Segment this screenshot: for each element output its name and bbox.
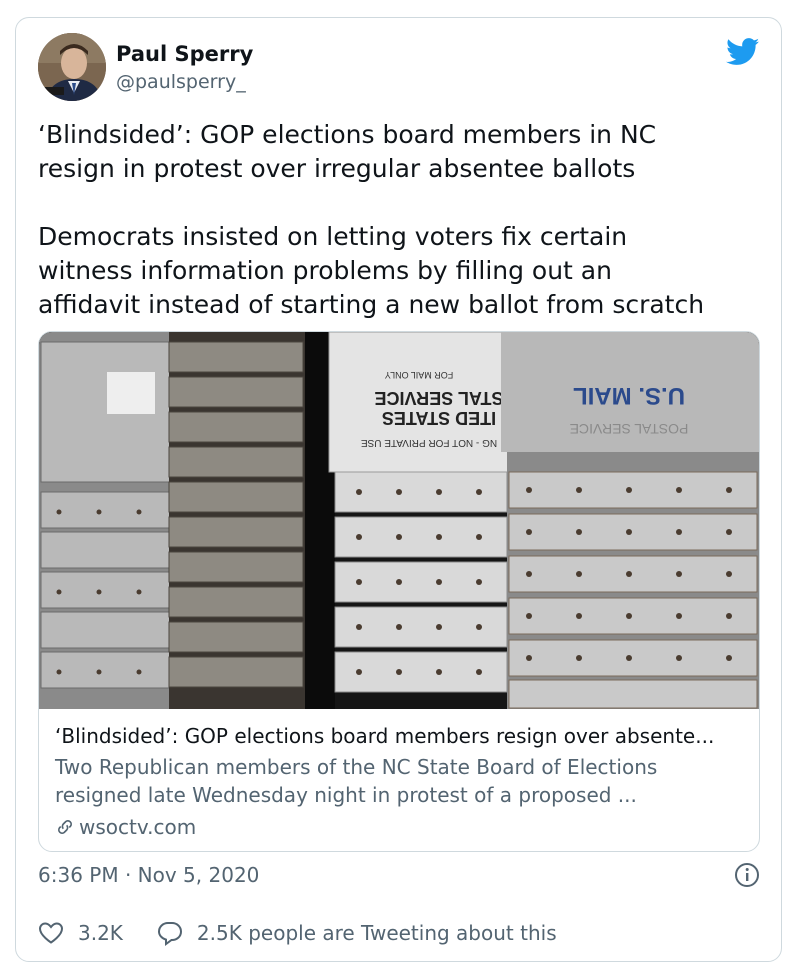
link-preview-description: Two Republican members of the NC State B… [55,755,658,807]
link-preview-card[interactable]: FOR MAIL ONLY STAL SERVICE ITED STATES N… [38,331,760,852]
speech-bubble-icon [157,922,182,946]
for-mail-only-text: FOR MAIL ONLY [385,370,454,380]
postal-service-upper-text: STAL SERVICE [374,388,503,408]
avatar[interactable] [38,33,106,101]
link-preview-image[interactable]: FOR MAIL ONLY STAL SERVICE ITED STATES N… [39,332,759,709]
tweet-card: Paul Sperry @paulsperry_ ‘Blindsided’: G… [15,17,782,962]
united-states-text: ITED STATES [382,408,496,428]
postal-service-text: POSTAL SERVICE [570,421,689,437]
author-display-name[interactable]: Paul Sperry [116,42,253,66]
action-bar: 3.2K 2.5K people are Tweeting about this [38,918,591,948]
like-button[interactable]: 3.2K [38,921,123,945]
link-preview-domain-row[interactable]: wsoctv.com [55,813,745,841]
like-count: 3.2K [78,921,123,945]
heart-icon [38,922,64,944]
info-icon[interactable] [734,862,760,888]
tweeting-about-label: 2.5K people are Tweeting about this [196,921,557,945]
link-preview-body[interactable]: ‘Blindsided’: GOP elections board member… [55,722,745,841]
link-preview-domain[interactable]: wsoctv.com [79,813,196,841]
tweeting-about-button[interactable]: 2.5K people are Tweeting about this [157,920,557,946]
twitter-bird-icon[interactable] [726,38,760,66]
link-icon [58,820,72,834]
not-private-text: NG - NOT FOR PRIVATE USE [361,437,497,448]
link-preview-title[interactable]: ‘Blindsided’: GOP elections board member… [55,722,745,750]
us-mail-text: U.S. MAIL [573,382,685,409]
author-handle[interactable]: @paulsperry_ [116,71,246,93]
tweet-text: ‘Blindsided’: GOP elections board member… [38,120,705,319]
tweet-timestamp[interactable]: 6:36 PM · Nov 5, 2020 [38,863,259,887]
